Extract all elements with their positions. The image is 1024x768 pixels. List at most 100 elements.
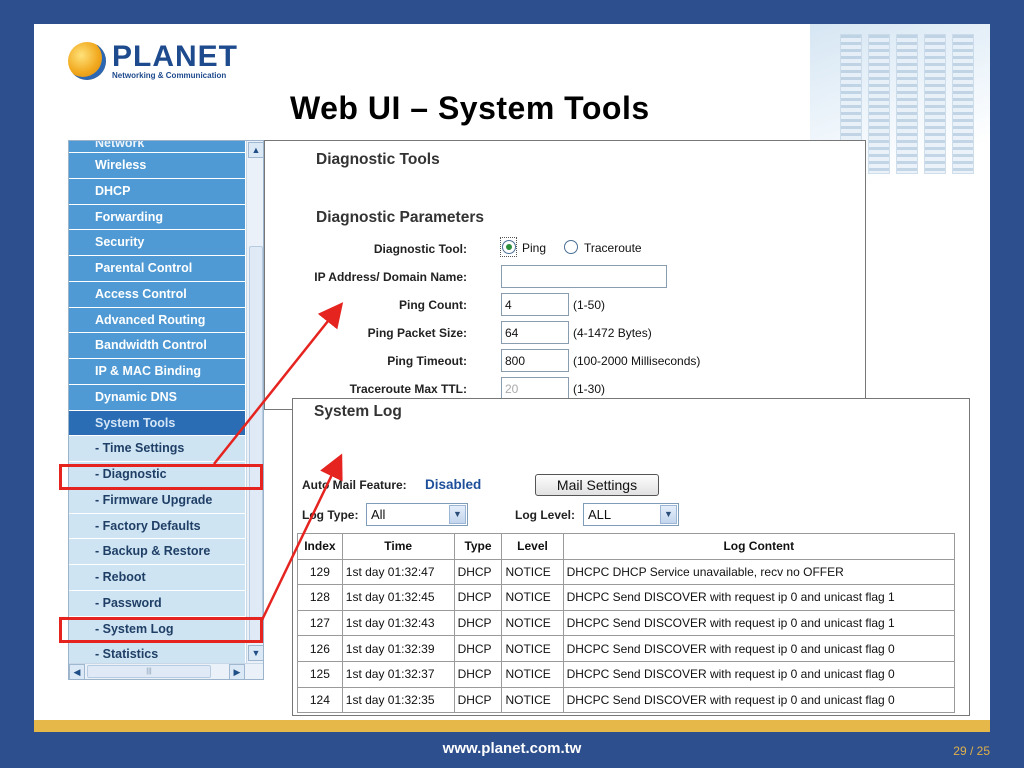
timeout-input[interactable]: 800 <box>501 349 569 372</box>
sidebar-item-dhcp[interactable]: DHCP <box>69 178 245 205</box>
chevron-down-icon[interactable]: ▼ <box>449 505 466 524</box>
footer-url[interactable]: www.planet.com.tw <box>0 740 1024 757</box>
log-level-select[interactable]: ALL ▼ <box>583 503 679 526</box>
sidebar-item-bandwidth-control[interactable]: Bandwidth Control <box>69 333 245 359</box>
sidebar-item-access-control[interactable]: Access Control <box>69 281 245 308</box>
ttl-label: Traceroute Max TTL: <box>349 382 467 396</box>
horizontal-scrollbar[interactable]: ◀ ||| ▶ <box>69 663 263 679</box>
sidebar-item-forwarding[interactable]: Forwarding <box>69 204 245 231</box>
sidebar-item-system-tools[interactable]: System Tools <box>69 410 245 437</box>
diagnostic-panel: Diagnostic Tools Diagnostic Parameters D… <box>264 140 866 410</box>
log-level-value: ALL <box>588 507 612 522</box>
table-cell: NOTICE <box>501 558 564 586</box>
table-cell: 1st day 01:32:35 <box>341 686 455 714</box>
sidebar-item-password[interactable]: - Password <box>69 590 245 617</box>
logo-brand: PLANET <box>112 39 238 73</box>
sidebar-item-security[interactable]: Security <box>69 230 245 256</box>
sidebar-item-wireless[interactable]: Wireless <box>69 153 245 179</box>
table-cell: 1st day 01:32:45 <box>341 584 455 611</box>
table-row: 128 1st day 01:32:45 DHCP NOTICE DHCPC Send … <box>297 584 956 611</box>
auto-mail-status: Disabled <box>425 477 482 492</box>
sidebar-item-firmware-upgrade[interactable]: - Firmware Upgrade <box>69 487 245 514</box>
log-table: Index Time Type Level Log Content 129 1st day… <box>297 533 956 714</box>
table-cell: NOTICE <box>501 584 564 611</box>
traceroute-radio-label: Traceroute <box>584 241 642 255</box>
packet-size-row: Ping Packet Size: 64 (4-1472 Bytes) <box>265 321 865 345</box>
table-cell: 124 <box>297 686 343 714</box>
table-cell: DHCP <box>453 609 503 637</box>
table-cell: DHCPC DHCP Service unavailable, recv no … <box>562 558 956 586</box>
ttl-hint: (1-30) <box>573 382 606 396</box>
diagnostic-tool-row: Diagnostic Tool: Ping Traceroute <box>265 237 865 261</box>
column-header: Type <box>453 533 503 560</box>
system-log-title: System Log <box>314 403 402 420</box>
timeout-hint: (100-2000 Milliseconds) <box>573 354 701 368</box>
scroll-up-icon[interactable]: ▲ <box>248 142 263 158</box>
traceroute-radio[interactable] <box>564 240 578 254</box>
sidebar-nav: Network Wireless DHCP Forwarding Security Par… <box>68 140 264 680</box>
ping-count-label: Ping Count: <box>399 298 467 312</box>
planet-logo: PLANET Networking & Communication <box>68 39 238 80</box>
chevron-down-icon[interactable]: ▼ <box>660 505 677 524</box>
table-cell: DHCPC Send DISCOVER with request ip 0 an… <box>562 609 956 637</box>
sidebar-item-ip-mac-binding[interactable]: IP & MAC Binding <box>69 359 245 385</box>
slide-title: Web UI – System Tools <box>290 90 650 126</box>
sidebar-item-backup-restore[interactable]: - Backup & Restore <box>69 539 245 565</box>
table-cell: NOTICE <box>501 635 564 662</box>
diagnostic-title: Diagnostic Tools <box>316 151 440 168</box>
highlight-system-log <box>59 617 263 643</box>
table-cell: DHCP <box>453 558 503 586</box>
column-header: Log Content <box>562 533 956 560</box>
scroll-down-icon[interactable]: ▼ <box>248 645 263 661</box>
log-table-body: 129 1st day 01:32:47 DHCP NOTICE DHCPC DHCP … <box>297 558 956 714</box>
ttl-input[interactable]: 20 <box>501 377 569 400</box>
ping-radio[interactable] <box>502 240 516 254</box>
table-cell: DHCPC Send DISCOVER with request ip 0 an… <box>562 660 956 688</box>
table-cell: DHCPC Send DISCOVER with request ip 0 an… <box>562 686 956 714</box>
table-cell: NOTICE <box>501 686 564 714</box>
ip-address-input[interactable] <box>501 265 667 288</box>
packet-size-input[interactable]: 64 <box>501 321 569 344</box>
table-cell: 1st day 01:32:43 <box>341 609 455 637</box>
sidebar-item-parental-control[interactable]: Parental Control <box>69 256 245 282</box>
diagnostic-params-title: Diagnostic Parameters <box>316 209 484 226</box>
log-type-value: All <box>371 507 386 522</box>
sidebar-item-factory-defaults[interactable]: - Factory Defaults <box>69 513 245 540</box>
scroll-left-icon[interactable]: ◀ <box>69 664 85 679</box>
table-cell: DHCP <box>453 660 503 688</box>
log-table-header: Index Time Type Level Log Content <box>297 533 956 560</box>
sidebar-item-advanced-routing[interactable]: Advanced Routing <box>69 307 245 334</box>
log-level-label: Log Level: <box>515 508 576 522</box>
ping-radio-label: Ping <box>522 241 547 255</box>
sidebar-item-network[interactable]: Network <box>69 141 245 153</box>
scroll-thumb[interactable] <box>249 246 263 641</box>
table-cell: 128 <box>297 584 343 611</box>
table-cell: 129 <box>297 558 343 586</box>
table-row: 127 1st day 01:32:43 DHCP NOTICE DHCPC Send … <box>297 609 956 637</box>
sidebar-item-time-settings[interactable]: - Time Settings <box>69 436 245 462</box>
page-number: 29 / 25 <box>953 744 990 758</box>
table-row: 124 1st day 01:32:35 DHCP NOTICE DHCPC Send … <box>297 686 956 714</box>
log-type-select[interactable]: All ▼ <box>366 503 468 526</box>
ping-count-hint: (1-50) <box>573 298 606 312</box>
sidebar-item-reboot[interactable]: - Reboot <box>69 565 245 591</box>
accent-bar <box>34 720 990 732</box>
ip-row: IP Address/ Domain Name: <box>265 265 865 289</box>
ip-label: IP Address/ Domain Name: <box>314 270 467 284</box>
table-row: 125 1st day 01:32:37 DHCP NOTICE DHCPC Send … <box>297 660 956 688</box>
packet-size-hint: (4-1472 Bytes) <box>573 326 652 340</box>
table-row: 126 1st day 01:32:39 DHCP NOTICE DHCPC Send … <box>297 635 956 662</box>
table-cell: 126 <box>297 635 343 662</box>
column-header: Time <box>341 533 455 560</box>
table-cell: NOTICE <box>501 609 564 637</box>
vertical-scrollbar[interactable]: ▲ ▼ <box>246 141 263 663</box>
highlight-diagnostic <box>59 464 263 490</box>
ping-count-input[interactable]: 4 <box>501 293 569 316</box>
sidebar-item-dynamic-dns[interactable]: Dynamic DNS <box>69 384 245 411</box>
ping-count-row: Ping Count: 4 (1-50) <box>265 293 865 317</box>
hscroll-thumb[interactable]: ||| <box>87 665 211 678</box>
table-cell: DHCPC Send DISCOVER with request ip 0 an… <box>562 584 956 611</box>
scroll-right-icon[interactable]: ▶ <box>229 664 245 679</box>
logo-tagline: Networking & Communication <box>112 70 227 80</box>
mail-settings-button[interactable]: Mail Settings <box>535 474 659 496</box>
